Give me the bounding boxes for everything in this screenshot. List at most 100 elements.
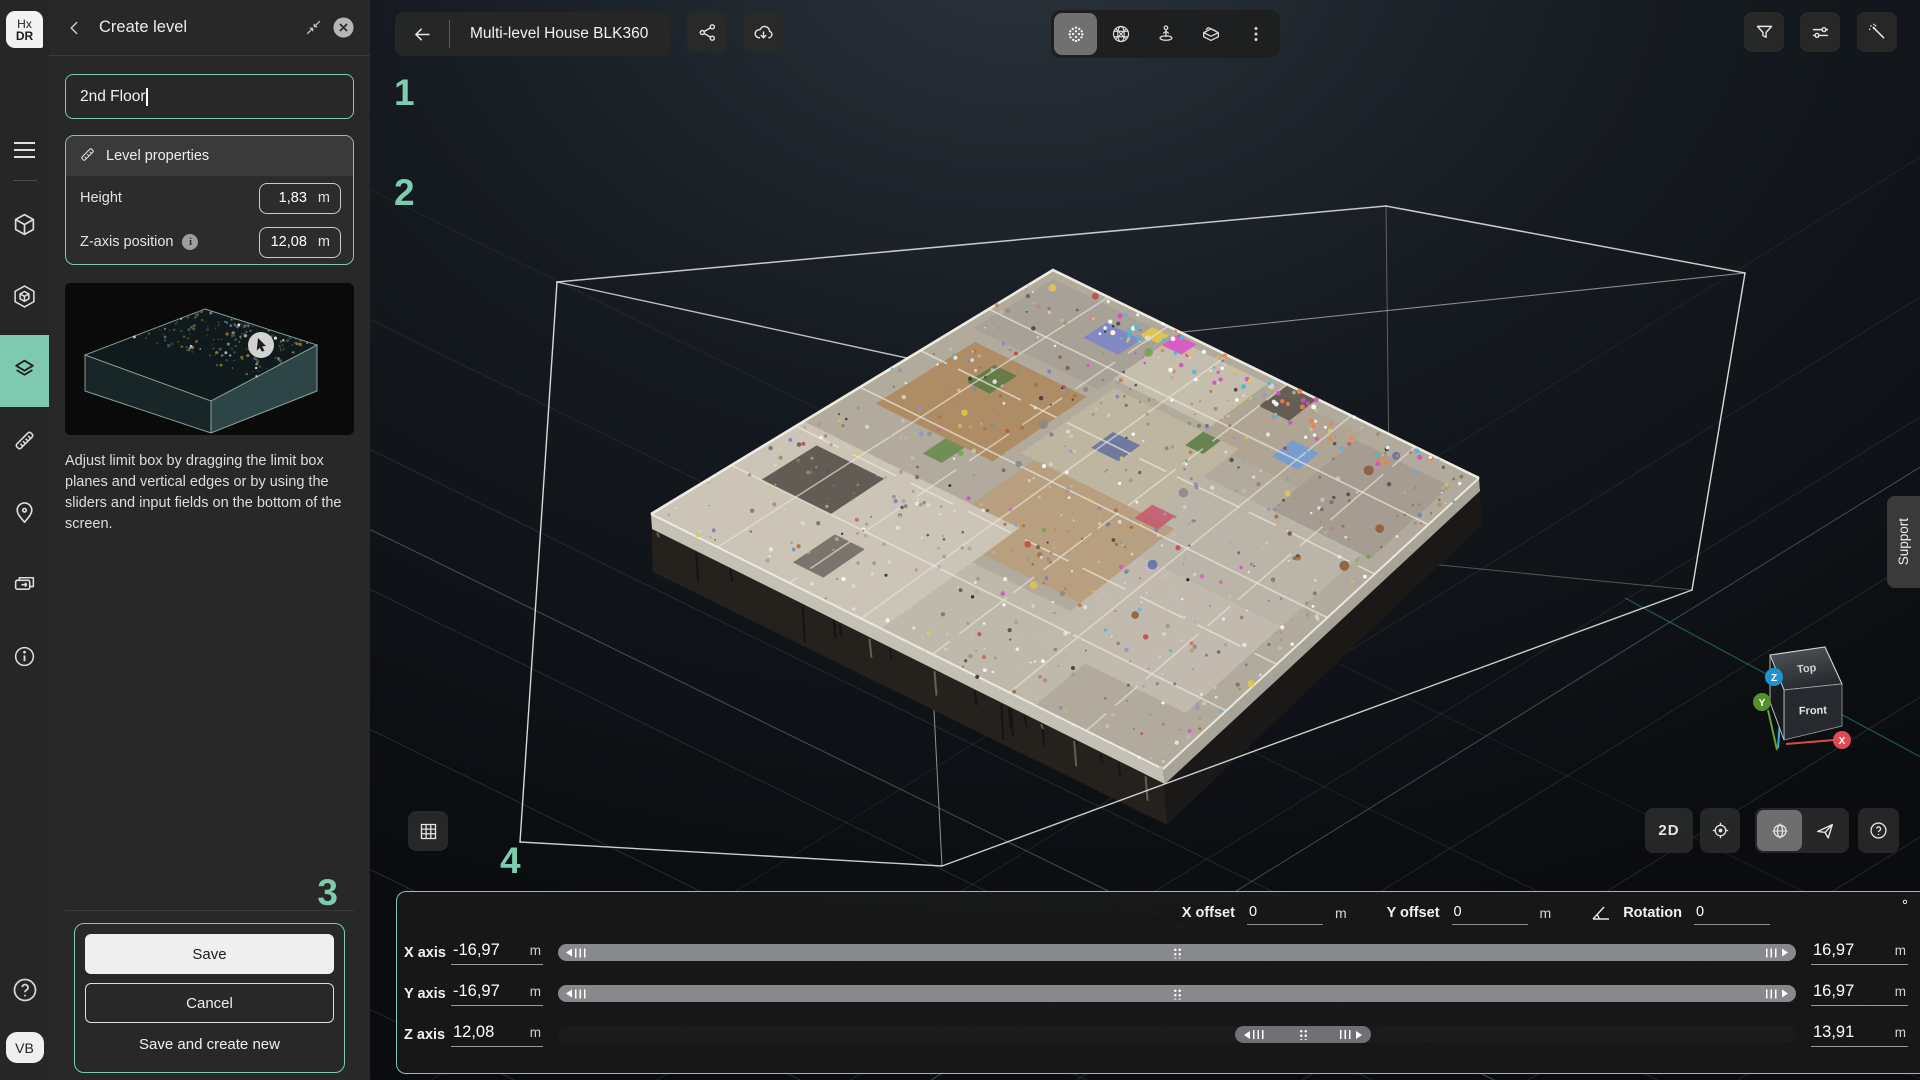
mesh-view-button[interactable]	[1099, 13, 1142, 55]
rotation-group: Rotation 0	[1591, 902, 1770, 925]
view-settings-button[interactable]	[1800, 12, 1840, 52]
z-axis-min-value: 12,08	[453, 1023, 494, 1042]
level-name-input[interactable]: 2nd Floor	[65, 74, 354, 119]
z-position-unit: m	[318, 234, 330, 250]
level-properties-card: Level properties Height 1,83 m Z-axis po…	[65, 135, 354, 265]
y-axis-min-input[interactable]: -16,97 m	[451, 982, 543, 1006]
x-axis-slider[interactable]	[558, 944, 1796, 961]
z-position-label: Z-axis position	[80, 234, 173, 250]
pin-icon	[12, 500, 37, 530]
z-axis-min-unit: m	[530, 1025, 541, 1040]
x-offset-input[interactable]: 0	[1247, 902, 1323, 925]
orbit-globe-button[interactable]	[1757, 810, 1802, 851]
height-label: Height	[80, 190, 122, 206]
x-offset-unit: m	[1335, 905, 1347, 921]
support-tab-label: Support	[1896, 518, 1911, 565]
sidebar-item-location[interactable]	[0, 479, 49, 551]
level-name-value: 2nd Floor	[80, 88, 145, 106]
z-position-input[interactable]: 12,08 m	[259, 227, 341, 258]
2d-view-button[interactable]: 2D	[1645, 808, 1693, 853]
close-icon[interactable]	[328, 13, 358, 43]
annotation-4: 4	[500, 842, 521, 879]
magic-wand-button[interactable]	[1857, 12, 1897, 52]
sidebar-item-levels[interactable]	[0, 335, 49, 407]
fly-navigation-button[interactable]	[1802, 810, 1847, 851]
x-axis-min-input[interactable]: -16,97 m	[451, 941, 543, 965]
info-tooltip-icon[interactable]: i	[182, 234, 198, 250]
y-axis-slider[interactable]	[558, 985, 1796, 1002]
hxdr-logo[interactable]: Hx DR	[6, 11, 43, 48]
filter-button[interactable]	[1744, 12, 1784, 52]
y-axis-min-value: -16,97	[453, 982, 500, 1001]
help-circle-icon[interactable]	[9, 974, 41, 1006]
share-button[interactable]	[687, 12, 727, 52]
logo-text: DR	[16, 30, 33, 42]
z-axis-slider[interactable]	[558, 1026, 1796, 1043]
sidebar-item-model[interactable]	[0, 263, 49, 335]
z-axis-label: Z axis	[404, 1027, 451, 1043]
viewcube-x-axis[interactable]: X	[1839, 736, 1846, 747]
y-axis-max-input[interactable]: 16,97 m	[1811, 982, 1908, 1006]
left-icon-rail: Hx DR	[0, 0, 49, 1080]
annotation-1: 1	[394, 74, 415, 111]
z-position-row: Z-axis position i 12,08 m	[66, 220, 353, 264]
x-offset-group: X offset 0 m	[1182, 902, 1347, 925]
rotation-degree-unit: °	[1902, 897, 1908, 914]
y-offset-unit: m	[1540, 905, 1552, 921]
z-axis-min-input[interactable]: 12,08 m	[451, 1023, 543, 1047]
panorama-view-button[interactable]	[1144, 13, 1187, 55]
viewcube-y-axis[interactable]: Y	[1759, 698, 1766, 709]
viewport-3d[interactable]: Top Front Z Y X 1 2 4 Multi-level House …	[370, 0, 1920, 1080]
locate-button[interactable]	[1700, 808, 1740, 853]
limit-box-illustration	[65, 283, 354, 435]
panel-title: Create level	[99, 18, 298, 37]
x-axis-max-input[interactable]: 16,97 m	[1811, 941, 1908, 965]
sidebar-item-measure[interactable]	[0, 407, 49, 479]
view-mode-toolbar	[1051, 10, 1280, 58]
limit-box-help-text: Adjust limit box by dragging the limit b…	[65, 451, 354, 535]
y-offset-label: Y offset	[1387, 905, 1440, 921]
y-axis-row: Y axis -16,97 m 16,97 m	[397, 973, 1920, 1014]
menu-icon[interactable]	[0, 128, 49, 172]
clip-box-view-button[interactable]	[1189, 13, 1232, 55]
rotation-input[interactable]: 0	[1694, 902, 1770, 925]
create-level-panel: Create level 2nd Floor Level properties …	[49, 0, 370, 1080]
viewport-help-button[interactable]	[1858, 808, 1899, 853]
app-window: Hx DR	[0, 0, 1920, 1080]
sidebar-item-info[interactable]	[0, 623, 49, 695]
y-axis-min-unit: m	[530, 984, 541, 999]
back-chevron-icon[interactable]	[61, 14, 89, 42]
viewcube-z-axis[interactable]: Z	[1771, 673, 1777, 684]
viewcube-front-label[interactable]: Front	[1799, 705, 1828, 718]
back-arrow-button[interactable]	[395, 12, 449, 56]
z-axis-max-input[interactable]: 13,91 m	[1811, 1023, 1908, 1047]
x-axis-min-unit: m	[530, 943, 541, 958]
angle-icon	[1591, 905, 1611, 921]
height-input[interactable]: 1,83 m	[259, 183, 341, 214]
annotation-2: 2	[394, 174, 415, 211]
point-cloud-view-button[interactable]	[1054, 13, 1097, 55]
grid-toggle-button[interactable]	[408, 811, 448, 851]
user-avatar[interactable]: VB	[6, 1032, 44, 1063]
y-axis-max-value: 16,97	[1813, 982, 1854, 1001]
sidebar-item-assets[interactable]	[0, 191, 49, 263]
viewcube-top-label[interactable]: Top	[1796, 662, 1817, 676]
y-axis-label: Y axis	[404, 986, 451, 1002]
height-row: Height 1,83 m	[66, 176, 353, 220]
z-axis-slider-thumb[interactable]	[1235, 1026, 1371, 1043]
height-value: 1,83	[279, 190, 307, 206]
save-button[interactable]: Save	[85, 934, 334, 974]
download-button[interactable]	[743, 12, 783, 52]
cancel-button[interactable]: Cancel	[85, 983, 334, 1023]
sidebar-item-export[interactable]	[0, 551, 49, 623]
y-offset-input[interactable]: 0	[1452, 902, 1528, 925]
more-options-button[interactable]	[1234, 13, 1277, 55]
save-and-create-new-button[interactable]: Save and create new	[85, 1027, 334, 1062]
navigation-mode-group	[1755, 808, 1849, 853]
x-axis-max-value: 16,97	[1813, 941, 1854, 960]
x-axis-label: X axis	[404, 945, 451, 961]
collapse-panel-icon[interactable]	[298, 13, 328, 43]
support-tab[interactable]: Support	[1887, 496, 1920, 588]
z-axis-row: Z axis 12,08 m 13,91	[397, 1014, 1920, 1055]
panel-footer: Save Cancel Save and create new	[65, 910, 354, 1080]
